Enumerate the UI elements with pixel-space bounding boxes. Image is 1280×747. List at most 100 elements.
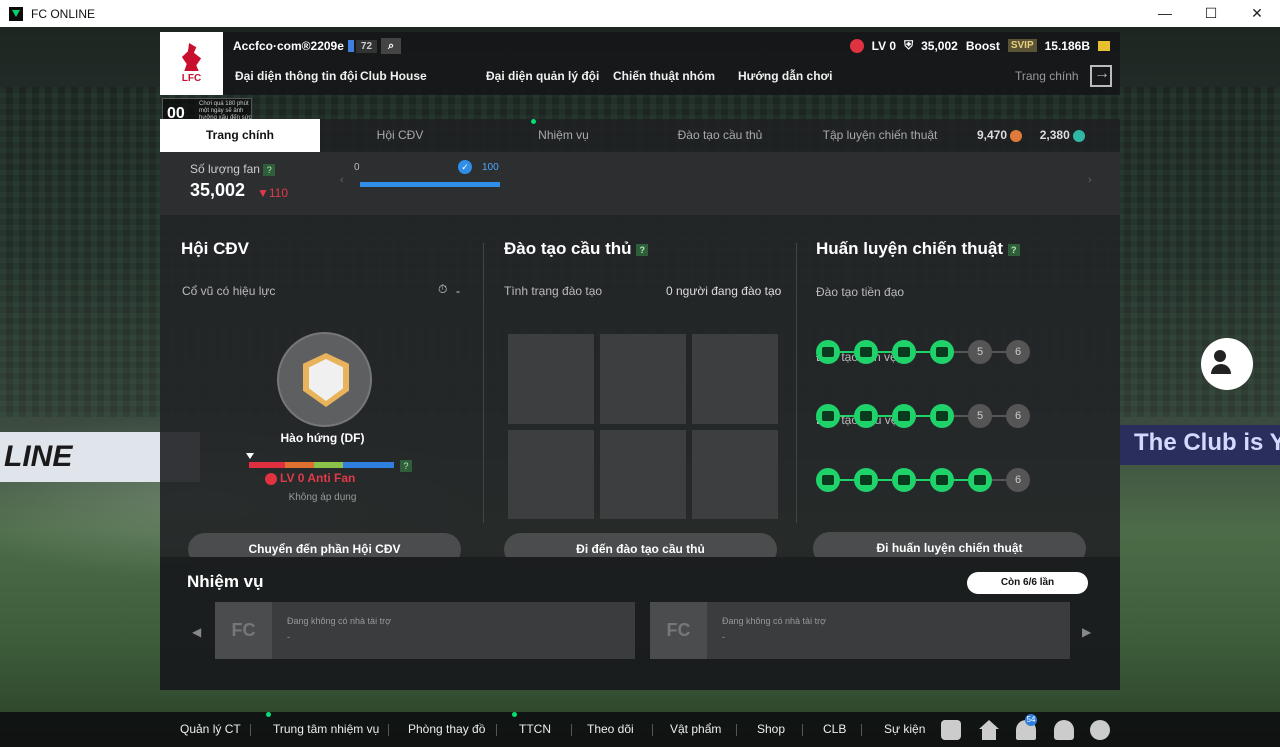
chat-icon[interactable] [941,720,961,740]
nav-squad-manage[interactable]: Quản lý CT [180,712,241,747]
club-crest[interactable]: LFC [160,32,223,95]
tactic-node-icon[interactable] [930,404,954,428]
training-title: Đào tạo cầu thủ [504,239,632,258]
fc-logo-icon: FC [650,602,707,659]
liverbird-icon [181,43,202,71]
nav-watchlist[interactable]: Theo dõi [587,712,634,747]
home-icon[interactable] [979,720,999,740]
mission-section: Nhiệm vụ Còn 6/6 lần ◀ FC Đang không có … [160,557,1120,690]
nav-mission-center[interactable]: Trung tâm nhiệm vụ [266,712,379,747]
tab-missions-label: Nhiệm vụ [538,128,589,142]
nav-guide[interactable]: Hướng dẫn chơi [738,69,832,83]
notification-badge: 54 [1025,714,1037,726]
boost-label[interactable]: Boost [966,39,1000,53]
nav-events[interactable]: Sự kiện [884,712,925,747]
bp-icon [1098,40,1110,51]
new-dot-icon [266,712,271,717]
divider [250,724,251,736]
mission-title: Nhiệm vụ [187,572,264,591]
not-applied-text: Không áp dụng [288,492,357,503]
training-slot[interactable] [508,334,594,424]
cheer-name: Hào hứng (DF) [280,431,365,445]
tactic-node-icon[interactable] [892,404,916,428]
help-icon[interactable]: ? [263,163,276,176]
nav-transfer-market[interactable]: TTCN [512,712,551,747]
nav-locker-room[interactable]: Phòng thay đồ [408,712,485,747]
cheer-emblem[interactable] [277,332,372,427]
mission-prev-arrow[interactable]: ◀ [192,625,201,639]
nav-team-tactics[interactable]: Chiến thuật nhóm [613,69,715,83]
gauge-marker-icon [246,453,254,459]
tactic-node-icon[interactable] [854,404,878,428]
search-button[interactable]: ⌕ [381,38,402,54]
tab-missions[interactable]: Nhiệm vụ [480,119,640,152]
exit-icon[interactable] [1090,65,1112,87]
tab-tactical-training[interactable]: Tập luyện chiến thuật [800,119,960,152]
tactic-node-icon[interactable] [968,468,992,492]
nav-items[interactable]: Vật phẩm [670,712,721,747]
checkmark-icon: ✓ [458,160,472,174]
home-link[interactable]: Trang chính [1015,69,1079,83]
profile-icon[interactable] [1054,720,1074,740]
cheer-effect-value: - [456,284,460,298]
fan-summary: Số lượng fan ? 35,002 ▼110 ‹ 0 ✓ 100 › [160,152,1120,215]
level-badge-icon [347,40,354,52]
new-dot-icon [531,119,537,124]
sponsor-card[interactable]: FC Đang không có nhà tài trợ - [215,602,635,659]
tactic-node-icon[interactable] [930,340,954,364]
tactic-node-icon[interactable] [816,340,840,364]
gear-icon[interactable] [1090,720,1110,740]
training-slot[interactable] [600,334,686,424]
sponsor-sub: - [287,632,290,642]
club-panel: LFC Accfco·com®2209e 72 ⌕ LV 0 ⛨ 35,002 … [160,32,1120,690]
tab-supporters[interactable]: Hội CĐV [320,119,480,152]
locked-node-5: 5 [968,404,992,428]
nav-team-manager[interactable]: Đại diện quản lý đội [486,69,599,83]
minimize-button[interactable]: — [1142,5,1188,22]
bottom-nav: Quản lý CT Trung tâm nhiệm vụ Phòng thay… [0,712,1280,747]
sponsor-card[interactable]: FC Đang không có nhà tài trợ - [650,602,1070,659]
progress-right-arrow[interactable]: › [1088,174,1092,186]
tactic-node-icon[interactable] [816,468,840,492]
shield-icon [303,353,349,407]
tab-home[interactable]: Trang chính [160,119,320,152]
training-help-icon[interactable]: ? [636,243,649,256]
divider [571,724,572,736]
training-slot[interactable] [508,429,594,519]
progress-left-arrow[interactable]: ‹ [340,174,344,186]
mission-next-arrow[interactable]: ▶ [1082,625,1091,639]
tactic-node-icon[interactable] [892,340,916,364]
divider [861,724,862,736]
training-slot[interactable] [600,429,686,519]
fc-logo-icon: FC [215,602,272,659]
locked-node-6: 6 [1006,404,1030,428]
username: Accfco·com®2209e [233,39,344,53]
fan-change: ▼110 [257,186,289,200]
close-button[interactable]: ✕ [1234,5,1280,22]
nav-team-info[interactable]: Đại diện thông tin đội [235,69,358,83]
tactic-node-icon[interactable] [816,404,840,428]
cheer-effect-label: Cổ vũ có hiệu lực [182,284,276,298]
tactic-node-icon[interactable] [854,340,878,364]
nav-club[interactable]: CLB [823,712,846,747]
nav-shop[interactable]: Shop [757,712,785,747]
tactics-column: Huấn luyện chiến thuật ? Đào tạo tiền đạ… [796,215,1120,565]
sponsor-sub: - [722,632,725,642]
training-slot[interactable] [692,429,778,519]
training-slots [508,334,778,519]
nav-club-house[interactable]: Club House [360,69,427,83]
training-slot[interactable] [692,334,778,424]
tab-player-training[interactable]: Đào tạo cầu thủ [640,119,800,152]
locked-node-6: 6 [1006,340,1030,364]
support-chat-button[interactable] [1201,338,1253,390]
locked-node-5: 5 [968,340,992,364]
tactic-node-icon[interactable] [854,468,878,492]
tactic-node-icon[interactable] [930,468,954,492]
supporters-title: Hội CĐV [181,239,249,258]
fan-level: LV 0 [871,38,897,53]
maximize-button[interactable]: ☐ [1188,5,1234,22]
new-dot-icon [512,712,517,717]
coin1-amount: 9,470 [977,128,1008,142]
tactics-help-icon[interactable]: ? [1007,243,1020,256]
tactic-node-icon[interactable] [892,468,916,492]
